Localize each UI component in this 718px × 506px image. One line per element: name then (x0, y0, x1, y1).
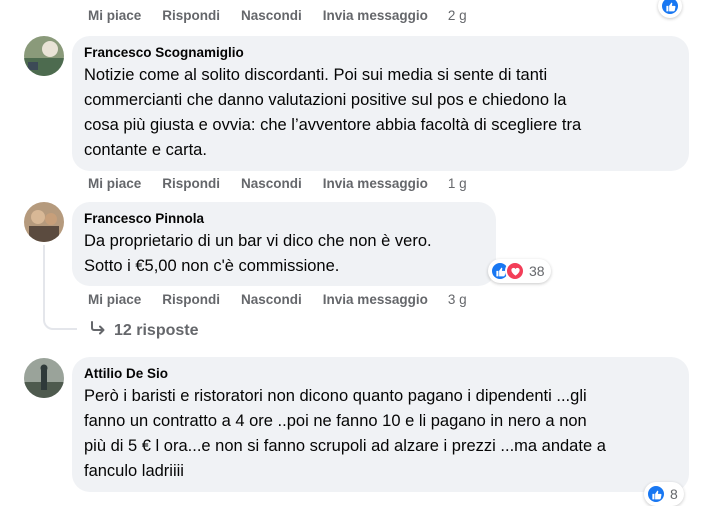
view-replies-link[interactable]: 12 risposte (90, 321, 198, 340)
hide-link[interactable]: Nascondi (241, 8, 302, 23)
reaction-summary[interactable] (658, 0, 682, 18)
send-message-link[interactable]: Invia messaggio (323, 8, 428, 23)
comment-timestamp[interactable]: 2 g (448, 8, 467, 23)
comment-bubble: Francesco Pinnola Da proprietario di un … (72, 202, 496, 286)
comment-text-line: fanno un contratto a 4 ore ..poi ne fann… (84, 412, 587, 430)
reply-arrow-icon (90, 321, 106, 340)
comment-text-line: Da proprietario di un bar vi dico che no… (84, 232, 432, 250)
reaction-count: 38 (529, 263, 545, 279)
comment-text: Però i baristi e ristoratori non dicono … (84, 384, 677, 484)
comment-actions: Mi piace Rispondi Nascondi Invia messagg… (88, 176, 488, 191)
comment-actions: Mi piace Rispondi Nascondi Invia messagg… (88, 8, 488, 23)
comment-author[interactable]: Francesco Scognamiglio (84, 44, 677, 61)
like-link[interactable]: Mi piace (88, 8, 141, 23)
comment-text: Da proprietario di un bar vi dico che no… (84, 229, 484, 279)
reply-link[interactable]: Rispondi (162, 176, 220, 191)
comment-actions: Mi piace Rispondi Nascondi Invia messagg… (88, 292, 488, 307)
comment-text-line: Però i baristi e ristoratori non dicono … (84, 387, 587, 405)
comment-bubble: Attilio De Sio Però i baristi e ristorat… (72, 357, 689, 492)
comment-text-line: cosa più giusta e ovvia: che l’avventore… (84, 116, 582, 134)
hide-link[interactable]: Nascondi (241, 292, 302, 307)
comment-author[interactable]: Attilio De Sio (84, 365, 677, 382)
reaction-summary[interactable]: 38 (488, 259, 551, 283)
like-icon (660, 0, 680, 16)
comment-author[interactable]: Francesco Pinnola (84, 210, 484, 227)
comment-text-line: Notizie come al solito discordanti. Poi … (84, 66, 548, 84)
thread-line (43, 245, 45, 307)
avatar[interactable] (24, 358, 64, 398)
thread-elbow (43, 300, 77, 330)
comment-timestamp[interactable]: 3 g (448, 292, 467, 307)
comment-bubble: Francesco Scognamiglio Notizie come al s… (72, 36, 689, 171)
comment-text-line: contante e carta. (84, 141, 207, 159)
like-link[interactable]: Mi piace (88, 176, 141, 191)
comment-text-line: fanculo ladriiii (84, 462, 184, 480)
reaction-summary[interactable]: 8 (644, 482, 684, 506)
comment-text-line: commercianti che danno valutazioni posit… (84, 91, 567, 109)
like-link[interactable]: Mi piace (88, 292, 141, 307)
like-icon (646, 484, 666, 504)
comment-text: Notizie come al solito discordanti. Poi … (84, 63, 677, 163)
avatar[interactable] (24, 36, 64, 76)
send-message-link[interactable]: Invia messaggio (323, 176, 428, 191)
hide-link[interactable]: Nascondi (241, 176, 302, 191)
reply-link[interactable]: Rispondi (162, 8, 220, 23)
reply-link[interactable]: Rispondi (162, 292, 220, 307)
comment-text-line: più di 5 € l ora...e non si fanno scrupo… (84, 437, 606, 455)
love-icon (505, 261, 525, 281)
comment-timestamp[interactable]: 1 g (448, 176, 467, 191)
avatar[interactable] (24, 202, 64, 242)
reaction-count: 8 (670, 486, 678, 502)
replies-count-label: 12 risposte (114, 321, 199, 339)
send-message-link[interactable]: Invia messaggio (323, 292, 428, 307)
comment-text-line: Sotto i €5,00 non c'è commissione. (84, 257, 340, 275)
